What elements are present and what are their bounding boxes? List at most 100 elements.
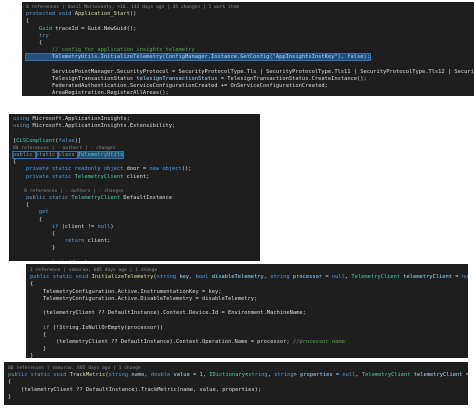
code-token: string — [248, 372, 268, 379]
code-line[interactable] — [30, 317, 464, 324]
codelens-annotation[interactable]: 80 references | vamurao, 685 days ago | … — [8, 366, 141, 371]
code-token: (); — [181, 166, 192, 173]
code-line[interactable]: public static void TrackMetric(string na… — [8, 372, 468, 379]
code-line[interactable] — [13, 253, 256, 260]
code-line[interactable]: { — [13, 159, 256, 166]
code-line[interactable]: [CLSCompliant(false)] — [13, 138, 256, 145]
codelens-annotation[interactable]: 80 references | - authors | - changes — [13, 146, 115, 151]
code-token: static — [34, 150, 60, 159]
code-line[interactable]: FederatedAuthentication.ServiceConfigura… — [26, 83, 470, 90]
code-line[interactable]: (telemetryClient ?? DefaultInstance).Con… — [30, 339, 464, 346]
code-token: { — [13, 159, 17, 166]
code-line[interactable]: } — [8, 394, 464, 401]
code-line[interactable]: { — [30, 281, 464, 288]
code-line[interactable]: private static readonly object door = ne… — [13, 166, 256, 173]
code-token: null — [342, 372, 356, 379]
code-token: { — [26, 39, 43, 46]
code-line[interactable]: using Microsoft.ApplicationInsights; — [13, 116, 256, 123]
code-line[interactable] — [30, 303, 464, 310]
code-token: try — [26, 32, 49, 39]
code-token: TelemetryClient — [361, 372, 414, 379]
code-token: client; — [87, 238, 111, 245]
code-token: { — [13, 216, 43, 223]
code-panel-track-metric: 80 references | vamurao, 685 days ago | … — [4, 362, 468, 405]
code-line[interactable]: Guid traceId = Guid.NewGuid(); — [26, 26, 470, 33]
code-panel-initialize-telemetry: 1 reference | vamurao, 685 days ago | 1 … — [26, 264, 468, 358]
code-token: string — [156, 274, 180, 281]
code-line[interactable]: if (client != null) — [13, 224, 256, 231]
codelens-annotation[interactable]: 0 references | Vasil Mursevanty, +16, 14… — [26, 5, 239, 10]
code-line[interactable]: lock (door) — [13, 260, 256, 261]
code-line[interactable]: AreaRegistration.RegisterAllAreas(); — [26, 90, 470, 96]
codelens-annotation[interactable]: 1 reference | vamurao, 685 days ago | 1 … — [30, 268, 157, 273]
code-token: new — [149, 166, 163, 173]
code-line[interactable]: 80 references | - authors | - changes — [13, 145, 256, 152]
code-token: (door) — [68, 260, 87, 261]
code-token: //processor name — [292, 338, 345, 345]
code-line[interactable]: using Microsoft.ApplicationInsights.Exte… — [13, 123, 256, 130]
code-line[interactable] — [26, 62, 470, 69]
code-line[interactable]: } — [30, 346, 464, 353]
code-token: void — [53, 372, 70, 379]
code-line[interactable]: return client; — [13, 238, 256, 245]
code-token: if — [13, 223, 62, 230]
code-lines: 0 references | Vasil Mursevanty, +16, 14… — [24, 4, 474, 96]
code-line[interactable]: TelemetryUtils.InitializeTelemetry(Confi… — [24, 53, 470, 62]
code-token: // config for application insights telem… — [26, 47, 195, 54]
code-token: false — [58, 137, 75, 144]
code-line[interactable]: get — [13, 209, 256, 216]
code-line[interactable] — [13, 130, 256, 137]
code-token: return — [13, 238, 88, 245]
code-token: static — [52, 274, 76, 281]
codelens-annotation[interactable]: 8 references | - authors | - changes — [13, 189, 124, 194]
code-line[interactable]: try — [26, 33, 470, 40]
code-token: void — [75, 274, 92, 281]
code-token: class — [57, 150, 79, 159]
code-line[interactable]: { — [13, 202, 256, 209]
code-line[interactable]: ServicePointManager.SecurityProtocol = S… — [26, 69, 474, 76]
code-line[interactable]: public static class TelemetryUtils — [12, 150, 256, 159]
code-line[interactable]: { — [13, 231, 256, 238]
code-line[interactable]: TelesignTransactionStatus telesignTransa… — [26, 76, 470, 83]
code-line[interactable]: 0 references | Vasil Mursevanty, +16, 14… — [26, 4, 470, 11]
code-line[interactable]: private static TelemetryClient client; — [13, 174, 256, 181]
code-token: TelemetryConfiguration.Active.DisableTel… — [30, 295, 258, 302]
code-line[interactable]: public static void InitializeTelemetry(s… — [30, 274, 468, 281]
code-token: static — [48, 195, 72, 202]
code-token: static — [51, 166, 75, 173]
code-line[interactable]: { — [8, 379, 464, 386]
code-token: { — [8, 379, 12, 386]
code-token: string — [274, 372, 294, 379]
code-line[interactable]: TelemetryConfiguration.Active.DisableTel… — [30, 296, 464, 303]
code-line[interactable]: } — [30, 353, 464, 358]
code-token: client; — [126, 173, 150, 180]
code-line[interactable]: public static TelemetryClient DefaultIns… — [13, 195, 256, 202]
code-line[interactable]: { — [13, 217, 256, 224]
code-line[interactable]: { — [30, 332, 464, 339]
code-token: null — [331, 274, 345, 281]
code-line[interactable]: 8 references | - authors | - changes — [13, 188, 256, 195]
code-token: bool — [195, 274, 212, 281]
code-token: properties = — [300, 372, 343, 379]
code-line[interactable]: 80 references | vamurao, 685 days ago | … — [8, 365, 464, 372]
code-token: door = — [126, 166, 150, 173]
code-token: (telemetryClient ?? DefaultInstance).Con… — [30, 310, 306, 317]
code-token: TelesignTransactionStatus — [26, 75, 137, 82]
code-token: string — [108, 372, 132, 379]
code-line[interactable]: if (!String.IsNullOrEmpty(processor)) — [30, 325, 464, 332]
code-line[interactable]: (telemetryClient ?? DefaultInstance).Con… — [30, 310, 464, 317]
code-token: } — [13, 245, 56, 252]
code-line[interactable] — [13, 181, 256, 188]
code-token: { — [13, 202, 30, 209]
code-line[interactable]: (telemetryClient ?? DefaultInstance).Tra… — [8, 387, 464, 394]
code-panel-application-start: 0 references | Vasil Mursevanty, +16, 14… — [22, 2, 474, 96]
code-line[interactable]: protected void Application_Start() — [26, 11, 470, 18]
code-token: lock — [13, 260, 68, 261]
code-token: object — [103, 166, 127, 173]
code-line[interactable]: } — [13, 245, 256, 252]
code-line[interactable]: { — [26, 18, 470, 25]
code-line[interactable]: { — [26, 40, 470, 47]
code-lines: 80 references | vamurao, 685 days ago | … — [8, 365, 468, 401]
code-line[interactable]: 1 reference | vamurao, 685 days ago | 1 … — [30, 267, 464, 274]
code-line[interactable]: TelemetryConfiguration.Active.Instrument… — [30, 289, 464, 296]
